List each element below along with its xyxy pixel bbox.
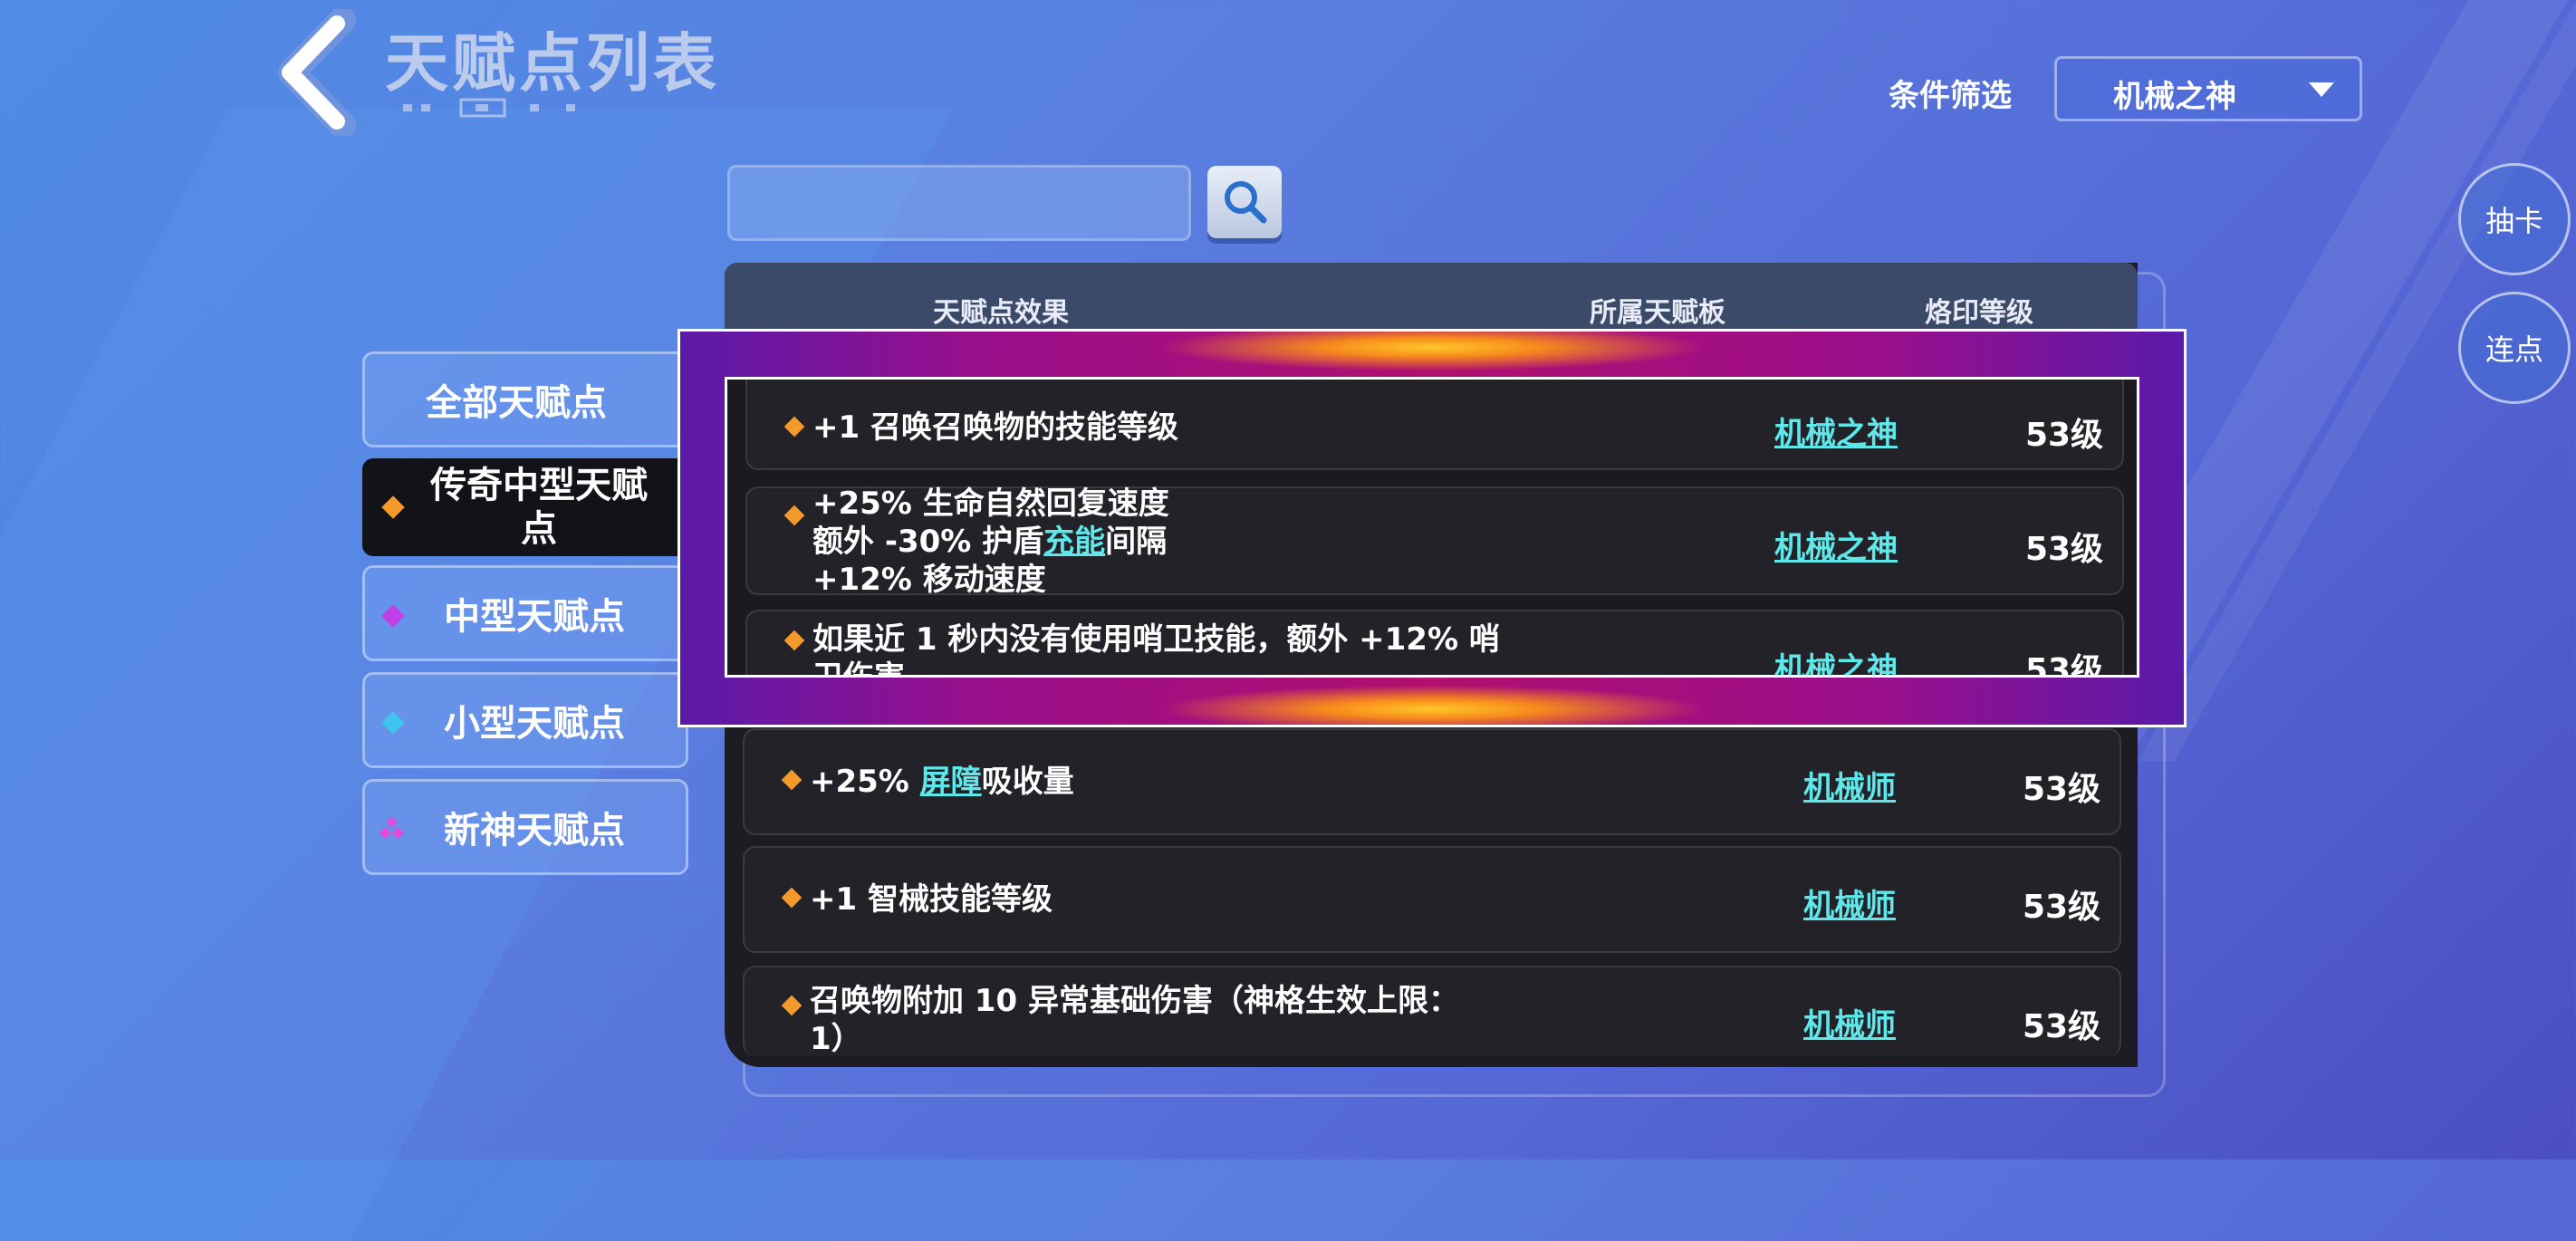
orange-diamond-icon bbox=[781, 769, 803, 791]
row-effect: +1 召唤召唤物的技能等级 bbox=[812, 409, 1178, 446]
row-board-link[interactable]: 机械师 bbox=[1732, 1000, 1967, 1044]
row-effect: 如果近 1 秒内没有使用哨卫技能，额外 +12% 哨 卫伤害 bbox=[812, 621, 1500, 678]
chevron-down-icon bbox=[2309, 82, 2334, 97]
search-input[interactable] bbox=[727, 165, 1191, 241]
category-label: 小型天赋点 bbox=[444, 703, 625, 745]
table-row[interactable]: 召唤物附加 10 异常基础伤害（神格生效上限： 1） 机械师 53级 bbox=[743, 966, 2121, 1057]
search-icon bbox=[1225, 181, 1267, 224]
row-board-link[interactable]: 机械师 bbox=[1732, 880, 1967, 925]
blue-diamond-icon bbox=[381, 711, 405, 735]
category-label: 全部天赋点 bbox=[426, 382, 607, 424]
row-level: 53级 bbox=[2022, 771, 2101, 808]
column-header-board: 所属天赋板 bbox=[1590, 297, 1725, 329]
row-board-link[interactable]: 机械之神 bbox=[1718, 523, 1954, 567]
category-label: 传奇中型天赋点 bbox=[430, 465, 648, 550]
title-decoration bbox=[403, 98, 584, 118]
orange-diamond-icon bbox=[781, 887, 803, 909]
category-label: 中型天赋点 bbox=[444, 596, 625, 638]
draw-card-button[interactable]: 抽卡 bbox=[2458, 163, 2571, 275]
row-effect: +25% 生命自然回复速度 额外 -30% 护盾充能间隔 +12% 移动速度 bbox=[812, 486, 1169, 598]
purple-diamond-icon bbox=[381, 604, 405, 628]
row-effect: +1 智械技能等级 bbox=[810, 881, 1053, 918]
page-title: 天赋点列表 bbox=[385, 26, 720, 101]
row-effect: 召唤物附加 10 异常基础伤害（神格生效上限： 1） bbox=[810, 983, 1459, 1057]
orange-diamond-icon bbox=[783, 416, 805, 438]
search-button[interactable] bbox=[1207, 166, 1282, 238]
table-row[interactable]: 如果近 1 秒内没有使用哨卫技能，额外 +12% 哨 卫伤害 机械之神 53级 bbox=[745, 610, 2124, 678]
category-medium[interactable]: 中型天赋点 bbox=[362, 565, 688, 661]
auto-click-button[interactable]: 连点 bbox=[2458, 292, 2571, 404]
table-row[interactable]: +25% 生命自然回复速度 额外 -30% 护盾充能间隔 +12% 移动速度 机… bbox=[745, 486, 2124, 598]
table-row[interactable]: +1 召唤召唤物的技能等级 机械之神 53级 bbox=[745, 380, 2124, 470]
row-board-link[interactable]: 机械之神 bbox=[1718, 644, 1954, 675]
orange-diamond-icon bbox=[783, 630, 805, 651]
category-small[interactable]: 小型天赋点 bbox=[362, 672, 688, 768]
chevron-left-icon bbox=[278, 6, 356, 139]
triple-diamond-icon bbox=[380, 816, 404, 839]
orange-diamond-icon bbox=[783, 505, 805, 526]
column-header-level: 烙印等级 bbox=[1925, 297, 2033, 329]
row-level: 53级 bbox=[2022, 889, 2101, 926]
keyword-link: 充能 bbox=[1043, 524, 1106, 560]
row-level: 53级 bbox=[2024, 531, 2104, 568]
row-effect: +25% 屏障吸收量 bbox=[810, 764, 1074, 800]
row-level: 53级 bbox=[2022, 1008, 2101, 1045]
orange-diamond-icon bbox=[781, 995, 803, 1016]
filter-label: 条件筛选 bbox=[1889, 78, 2012, 114]
row-board-link[interactable]: 机械师 bbox=[1732, 763, 1967, 807]
row-board-link[interactable]: 机械之神 bbox=[1718, 409, 1954, 453]
column-header-effect: 天赋点效果 bbox=[933, 297, 1069, 329]
back-button[interactable] bbox=[272, 6, 356, 139]
table-row[interactable]: +25% 屏障吸收量 机械师 53级 bbox=[743, 728, 2121, 835]
filter-dropdown[interactable]: 机械之神 bbox=[2054, 56, 2362, 121]
highlighted-rows: +1 召唤召唤物的技能等级 机械之神 53级 +25% 生命自然回复速度 额外 … bbox=[725, 377, 2139, 678]
category-all[interactable]: 全部天赋点 bbox=[362, 351, 688, 447]
filter-selected-value: 机械之神 bbox=[2113, 79, 2236, 115]
category-new-god[interactable]: 新神天赋点 bbox=[362, 779, 688, 875]
keyword-link: 屏障 bbox=[919, 764, 982, 800]
row-level: 53级 bbox=[2024, 417, 2104, 454]
category-label: 新神天赋点 bbox=[444, 810, 625, 851]
row-level: 53级 bbox=[2024, 652, 2104, 678]
table-row[interactable]: +1 智械技能等级 机械师 53级 bbox=[743, 846, 2121, 953]
category-legendary-medium[interactable]: 传奇中型天赋点 bbox=[362, 458, 688, 556]
